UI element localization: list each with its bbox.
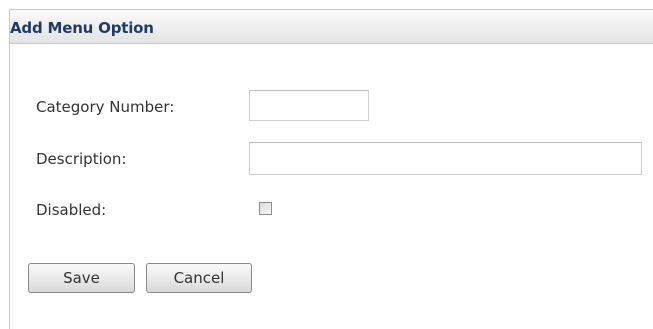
add-menu-option-panel: Add Menu Option Category Number: Descrip… <box>9 9 653 329</box>
cancel-button[interactable]: Cancel <box>146 263 252 293</box>
disabled-checkbox[interactable] <box>259 202 272 215</box>
save-button[interactable]: Save <box>28 263 135 293</box>
panel-header: Add Menu Option <box>10 10 653 44</box>
description-label: Description: <box>36 150 127 168</box>
category-number-label: Category Number: <box>36 98 175 116</box>
disabled-label: Disabled: <box>36 201 107 219</box>
category-number-input[interactable] <box>249 90 369 121</box>
panel-title: Add Menu Option <box>10 19 154 37</box>
description-input[interactable] <box>249 142 642 175</box>
